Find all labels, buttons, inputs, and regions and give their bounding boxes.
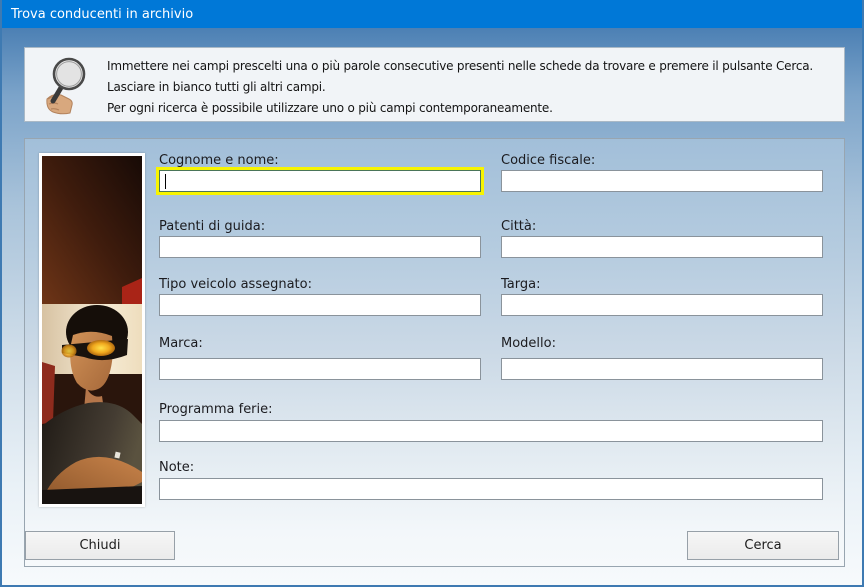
label-marca: Marca: (159, 336, 203, 351)
magnifier-hand-icon (39, 55, 103, 115)
instruction-line-2: Lasciare in bianco tutti gli altri campi… (107, 77, 838, 98)
label-tipo-veicolo-assegnato: Tipo veicolo assegnato: (159, 277, 312, 292)
focused-field-highlight (156, 167, 484, 195)
instruction-line-1: Immettere nei campi prescelti una o più … (107, 56, 838, 77)
label-targa: Targa: (501, 277, 540, 292)
targa-input[interactable] (501, 294, 823, 316)
search-button[interactable]: Cerca (687, 531, 839, 560)
driver-photo-art (42, 156, 142, 504)
citta-input[interactable] (501, 236, 823, 258)
driver-photo (39, 153, 145, 507)
label-programma-ferie: Programma ferie: (159, 402, 273, 417)
modello-input[interactable] (501, 358, 823, 380)
find-drivers-dialog: Trova conducenti in archivio Immettere n… (0, 0, 864, 587)
label-patenti-di-guida: Patenti di guida: (159, 219, 265, 234)
instruction-line-3: Per ogni ricerca è possibile utilizzare … (107, 98, 838, 119)
patenti-di-guida-input[interactable] (159, 236, 481, 258)
window-title: Trova conducenti in archivio (11, 7, 193, 22)
label-codice-fiscale: Codice fiscale: (501, 153, 595, 168)
tipo-veicolo-assegnato-input[interactable] (159, 294, 481, 316)
label-citta: Città: (501, 219, 536, 234)
search-form-panel: Cognome e nome: Codice fiscale: Patenti … (24, 138, 845, 567)
label-note: Note: (159, 460, 194, 475)
label-cognome-e-nome: Cognome e nome: (159, 153, 279, 168)
instructions-box: Immettere nei campi prescelti una o più … (24, 47, 845, 122)
titlebar[interactable]: Trova conducenti in archivio (2, 0, 862, 28)
label-modello: Modello: (501, 336, 556, 351)
note-input[interactable] (159, 478, 823, 500)
cognome-e-nome-input[interactable] (159, 170, 481, 192)
codice-fiscale-input[interactable] (501, 170, 823, 192)
close-button[interactable]: Chiudi (25, 531, 175, 560)
marca-input[interactable] (159, 358, 481, 380)
programma-ferie-input[interactable] (159, 420, 823, 442)
dialog-body: Immettere nei campi prescelti una o più … (2, 28, 862, 585)
